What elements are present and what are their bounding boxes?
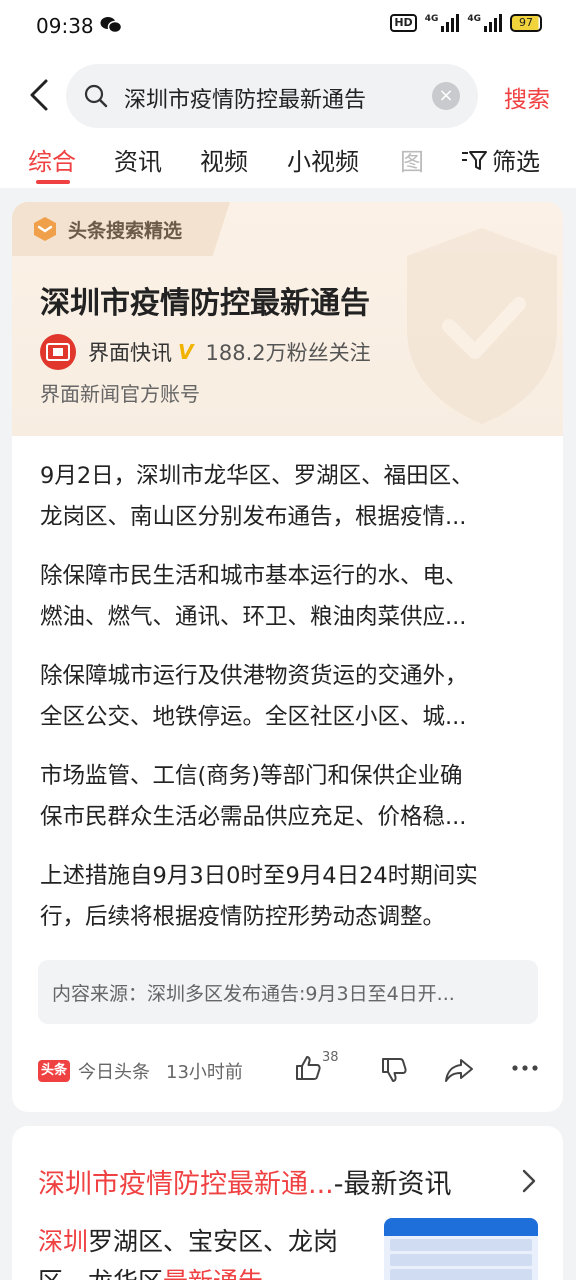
- filter-label: 筛选: [492, 148, 540, 176]
- toutiao-select-icon: [34, 217, 56, 241]
- tab-short-video[interactable]: 小视频: [287, 142, 359, 177]
- jiemian-logo-icon: [46, 343, 70, 361]
- timestamp: 13小时前: [166, 1062, 243, 1083]
- back-arrow-icon[interactable]: [26, 78, 52, 112]
- search-header: 深圳市疫情防控最新通告 × 搜索: [0, 52, 576, 136]
- paragraph-line: 龙岗区、南山区分别发布通告，根据疫情...: [40, 504, 467, 530]
- news-title-rest: -最新资讯: [333, 1169, 452, 1200]
- tab-news[interactable]: 资讯: [114, 142, 162, 177]
- paragraph-line: 燃油、燃气、通讯、环卫、粮油肉菜供应...: [40, 604, 467, 630]
- content-source-text: 内容来源：深圳多区发布通告:9月3日至4日开...: [52, 983, 455, 1005]
- follower-count: 188.2万粉丝关注: [205, 341, 371, 365]
- status-bar: 09:38 HD 4G 4G 97: [0, 0, 576, 52]
- news-item-title[interactable]: 深圳罗湖区、宝安区、龙岗 区、龙华区最新通告: [38, 1222, 358, 1280]
- tab-active-indicator: [36, 180, 70, 184]
- author-row[interactable]: 界面快讯 V 188.2万粉丝关注: [40, 334, 371, 370]
- search-icon: [84, 84, 108, 108]
- paragraph-line: 除保障城市运行及供港物资货运的交通外，: [40, 663, 468, 689]
- thumbs-down-icon[interactable]: [380, 1056, 408, 1084]
- category-tabs: 综合 资讯 视频 小视频 图 筛选: [0, 136, 576, 188]
- author-description: 界面新闻官方账号: [40, 382, 200, 406]
- search-query-text[interactable]: 深圳市疫情防控最新通告: [124, 82, 366, 114]
- signal-icon-2: 4G: [467, 14, 502, 32]
- paragraph-line: 行，后续将根据疫情防控形势动态调整。: [40, 904, 446, 930]
- verified-icon: V: [178, 340, 194, 364]
- share-icon[interactable]: [444, 1056, 474, 1084]
- filter-button[interactable]: 筛选: [454, 142, 540, 177]
- snippet-highlight: 最新通告: [163, 1267, 263, 1280]
- paragraph-line: 市场监管、工信(商务)等部门和保供企业确: [40, 763, 463, 789]
- network-label: 4G: [424, 14, 439, 24]
- avatar[interactable]: [40, 334, 76, 370]
- shield-check-icon: [407, 228, 557, 424]
- summary-paragraph[interactable]: 上述措施自9月3日0时至9月4日24时期间实 行，后续将根据疫情防控形势动态调整…: [40, 856, 530, 938]
- summary-paragraph[interactable]: 除保障城市运行及供港物资货运的交通外， 全区公交、地铁停运。全区社区小区、城..…: [40, 656, 530, 738]
- card-title[interactable]: 深圳市疫情防控最新通告: [40, 278, 370, 322]
- status-right: HD 4G 4G 97: [390, 14, 542, 32]
- summary-paragraph[interactable]: 市场监管、工信(商务)等部门和保供企业确 保市民群众生活必需品供应充足、价格稳.…: [40, 756, 530, 838]
- card-footer: 头条 今日头条 13小时前 38: [38, 1050, 548, 1088]
- snippet-highlight: 深圳: [38, 1227, 89, 1256]
- tab-images[interactable]: 图: [400, 142, 424, 177]
- like-count: 38: [322, 1050, 339, 1065]
- paragraph-line: 全区公交、地铁停运。全区社区小区、城...: [40, 704, 467, 730]
- paragraph-line: 保市民群众生活必需品供应充足、价格稳...: [40, 804, 467, 830]
- summary-paragraph[interactable]: 9月2日，深圳市龙华区、罗湖区、福田区、 龙岗区、南山区分别发布通告，根据疫情.…: [40, 456, 530, 538]
- news-result-card[interactable]: 深圳市疫情防控最新通...-最新资讯 深圳罗湖区、宝安区、龙岗 区、龙华区最新通…: [12, 1126, 563, 1280]
- snippet-text: 区、龙华区: [38, 1267, 163, 1280]
- more-icon[interactable]: [512, 1064, 538, 1072]
- search-button[interactable]: 搜索: [504, 80, 550, 114]
- tab-all[interactable]: 综合: [28, 142, 76, 177]
- card-header: 头条搜索精选 深圳市疫情防控最新通告 界面快讯 V 188.2万粉丝关注 界面新…: [12, 202, 563, 436]
- paragraph-line: 9月2日，深圳市龙华区、罗湖区、福田区、: [40, 463, 474, 489]
- status-time: 09:38: [36, 14, 94, 38]
- wechat-icon: [100, 17, 122, 34]
- app-name: 今日头条: [78, 1062, 150, 1083]
- signal-icon: 4G: [425, 14, 460, 32]
- paragraph-line: 上述措施自9月3日0时至9月4日24时期间实: [40, 863, 478, 889]
- search-input[interactable]: 深圳市疫情防控最新通告 ×: [66, 64, 478, 128]
- summary-paragraph[interactable]: 除保障市民生活和城市基本运行的水、电、 燃油、燃气、通讯、环卫、粮油肉菜供应..…: [40, 556, 530, 638]
- thumbs-up-icon[interactable]: [294, 1054, 322, 1082]
- tab-video[interactable]: 视频: [200, 142, 248, 177]
- featured-badge: 头条搜索精选: [12, 202, 230, 256]
- featured-result-card[interactable]: 头条搜索精选 深圳市疫情防控最新通告 界面快讯 V 188.2万粉丝关注 界面新…: [12, 202, 563, 1112]
- content-source-link[interactable]: 内容来源：深圳多区发布通告:9月3日至4日开...: [38, 960, 538, 1024]
- author-name[interactable]: 界面快讯: [88, 337, 172, 367]
- snippet-text: 罗湖区、宝安区、龙岗: [88, 1227, 339, 1256]
- network-label-2: 4G: [467, 14, 481, 24]
- battery-icon: 97: [510, 14, 542, 32]
- chevron-right-icon[interactable]: [521, 1168, 537, 1194]
- filter-icon: [462, 150, 487, 170]
- news-title-highlight: 深圳市疫情防控最新通...: [38, 1169, 334, 1200]
- news-thumbnail[interactable]: [384, 1218, 538, 1280]
- clear-icon[interactable]: ×: [432, 82, 460, 110]
- news-card-title[interactable]: 深圳市疫情防控最新通...-最新资讯: [38, 1162, 452, 1201]
- hd-icon: HD: [390, 14, 417, 32]
- featured-badge-label: 头条搜索精选: [68, 220, 183, 242]
- paragraph-line: 除保障市民生活和城市基本运行的水、电、: [40, 563, 468, 589]
- toutiao-logo-icon: 头条: [38, 1060, 70, 1082]
